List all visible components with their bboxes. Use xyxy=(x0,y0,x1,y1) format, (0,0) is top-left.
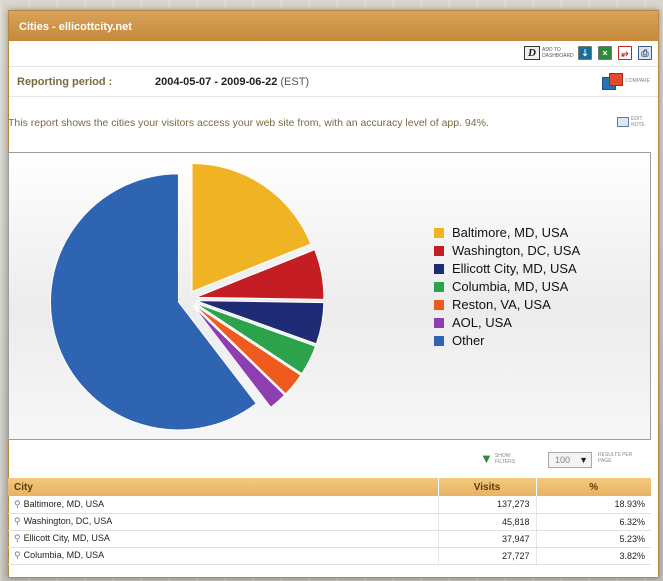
add-to-dashboard-label: ADD TO DASHBOARD xyxy=(542,47,574,59)
column-header-visits[interactable]: Visits xyxy=(438,478,537,496)
compare-button[interactable]: COMPARE xyxy=(602,73,650,90)
compare-label: COMPARE xyxy=(625,78,650,84)
show-filters-button[interactable]: ▼ SHOW FILTERS xyxy=(480,452,519,466)
period-range: 2004-05-07 - 2009-06-22 xyxy=(155,76,278,88)
edit-note-label: EDIT NOTE xyxy=(631,116,645,128)
cities-table: City Visits % ⚲ Baltimore, MD, USA 137,27… xyxy=(8,478,651,565)
table-row: ⚲ Ellicott City, MD, USA 37,947 5.23% xyxy=(8,530,651,548)
city-name: Ellicott City, MD, USA xyxy=(23,533,110,543)
results-per-page-label: RESULTS PER PAGE xyxy=(598,452,633,464)
reporting-period-label: Reporting period : xyxy=(17,76,113,88)
note-icon xyxy=(617,117,629,127)
print-icon[interactable]: ⎙ xyxy=(638,46,652,60)
table-header-row: City Visits % xyxy=(8,478,651,496)
pie-chart-area: Baltimore, MD, USA Washington, DC, USA Ell… xyxy=(8,152,651,440)
city-name: Washington, DC, USA xyxy=(23,516,113,526)
compare-icon xyxy=(602,73,624,90)
city-name: Baltimore, MD, USA xyxy=(23,498,105,509)
column-header-city[interactable]: City xyxy=(8,478,439,496)
dashboard-icon: D xyxy=(524,46,540,60)
magnifier-icon[interactable]: ⚲ xyxy=(14,516,21,526)
visits-cell: 45,818 xyxy=(438,513,537,531)
legend-label: Columbia, MD, USA xyxy=(452,279,569,294)
magnifier-icon[interactable]: ⚲ xyxy=(14,499,21,509)
city-cell[interactable]: ⚲ Washington, DC, USA xyxy=(8,513,439,531)
legend-swatch xyxy=(434,300,444,310)
percent-cell: 3.82% xyxy=(536,547,651,565)
city-cell[interactable]: ⚲ Ellicott City, MD, USA xyxy=(8,530,439,548)
legend-swatch xyxy=(434,264,444,274)
percent-cell: 18.93% xyxy=(536,496,651,514)
pdf-icon[interactable]: ⥵ xyxy=(618,46,632,60)
column-header-percent[interactable]: % xyxy=(536,478,651,496)
chevron-down-icon: ▼ xyxy=(579,455,588,465)
legend-swatch xyxy=(434,336,444,346)
legend-swatch xyxy=(434,282,444,292)
edit-note-button[interactable]: EDIT NOTE xyxy=(617,116,653,128)
legend-swatch xyxy=(434,318,444,328)
legend-swatch xyxy=(434,246,444,256)
table-row: ⚲ Washington, DC, USA 45,818 6.32% xyxy=(8,513,651,531)
percent-cell: 6.32% xyxy=(536,513,651,531)
reporting-period-value[interactable]: 2004-05-07 - 2009-06-22 (EST) xyxy=(155,76,309,88)
city-name: Columbia, MD, USA xyxy=(23,550,105,560)
table-row: ⚲ Columbia, MD, USA 27,727 3.82% xyxy=(8,547,651,565)
legend-label: Washington, DC, USA xyxy=(452,243,580,258)
filter-row: ▼ SHOW FILTERS 100 ▼ RESULTS PER PAGE xyxy=(8,446,651,476)
city-cell[interactable]: ⚲ Baltimore, MD, USA xyxy=(8,496,439,514)
period-timezone: (EST) xyxy=(280,76,310,88)
magnifier-icon[interactable]: ⚲ xyxy=(14,533,21,543)
table-row: ⚲ Baltimore, MD, USA 137,273 18.93% xyxy=(8,496,651,514)
show-filters-label: SHOW FILTERS xyxy=(494,453,516,465)
report-toolbar: D ADD TO DASHBOARD ⇣ × ⥵ ⎙ xyxy=(9,41,658,67)
visits-cell: 137,273 xyxy=(438,496,537,514)
add-to-dashboard-button[interactable]: D ADD TO DASHBOARD xyxy=(524,46,574,60)
percent-cell: 5.23% xyxy=(536,530,651,548)
legend-label: AOL, USA xyxy=(452,315,512,330)
report-description: This report shows the cities your visito… xyxy=(8,117,489,129)
legend-label: Baltimore, MD, USA xyxy=(452,225,569,240)
visits-cell: 27,727 xyxy=(438,547,537,565)
magnifier-icon[interactable]: ⚲ xyxy=(14,550,21,560)
city-cell[interactable]: ⚲ Columbia, MD, USA xyxy=(8,547,439,565)
legend-label: Ellicott City, MD, USA xyxy=(452,261,577,276)
legend-label: Reston, VA, USA xyxy=(452,297,551,312)
csv-icon[interactable]: ⇣ xyxy=(578,46,592,60)
pie-chart: Baltimore, MD, USA Washington, DC, USA Ell… xyxy=(50,163,580,431)
excel-icon[interactable]: × xyxy=(598,46,612,60)
reporting-period-row: Reporting period : 2004-05-07 - 2009-06-… xyxy=(9,67,658,97)
legend-label: Other xyxy=(452,333,485,348)
results-per-page-value: 100 xyxy=(555,455,571,465)
window-title: Cities - ellicottcity.net xyxy=(9,11,658,41)
legend-swatch xyxy=(434,228,444,238)
results-per-page-select[interactable]: 100 ▼ xyxy=(548,452,592,468)
filter-icon: ▼ xyxy=(480,451,493,466)
visits-cell: 37,947 xyxy=(438,530,537,548)
